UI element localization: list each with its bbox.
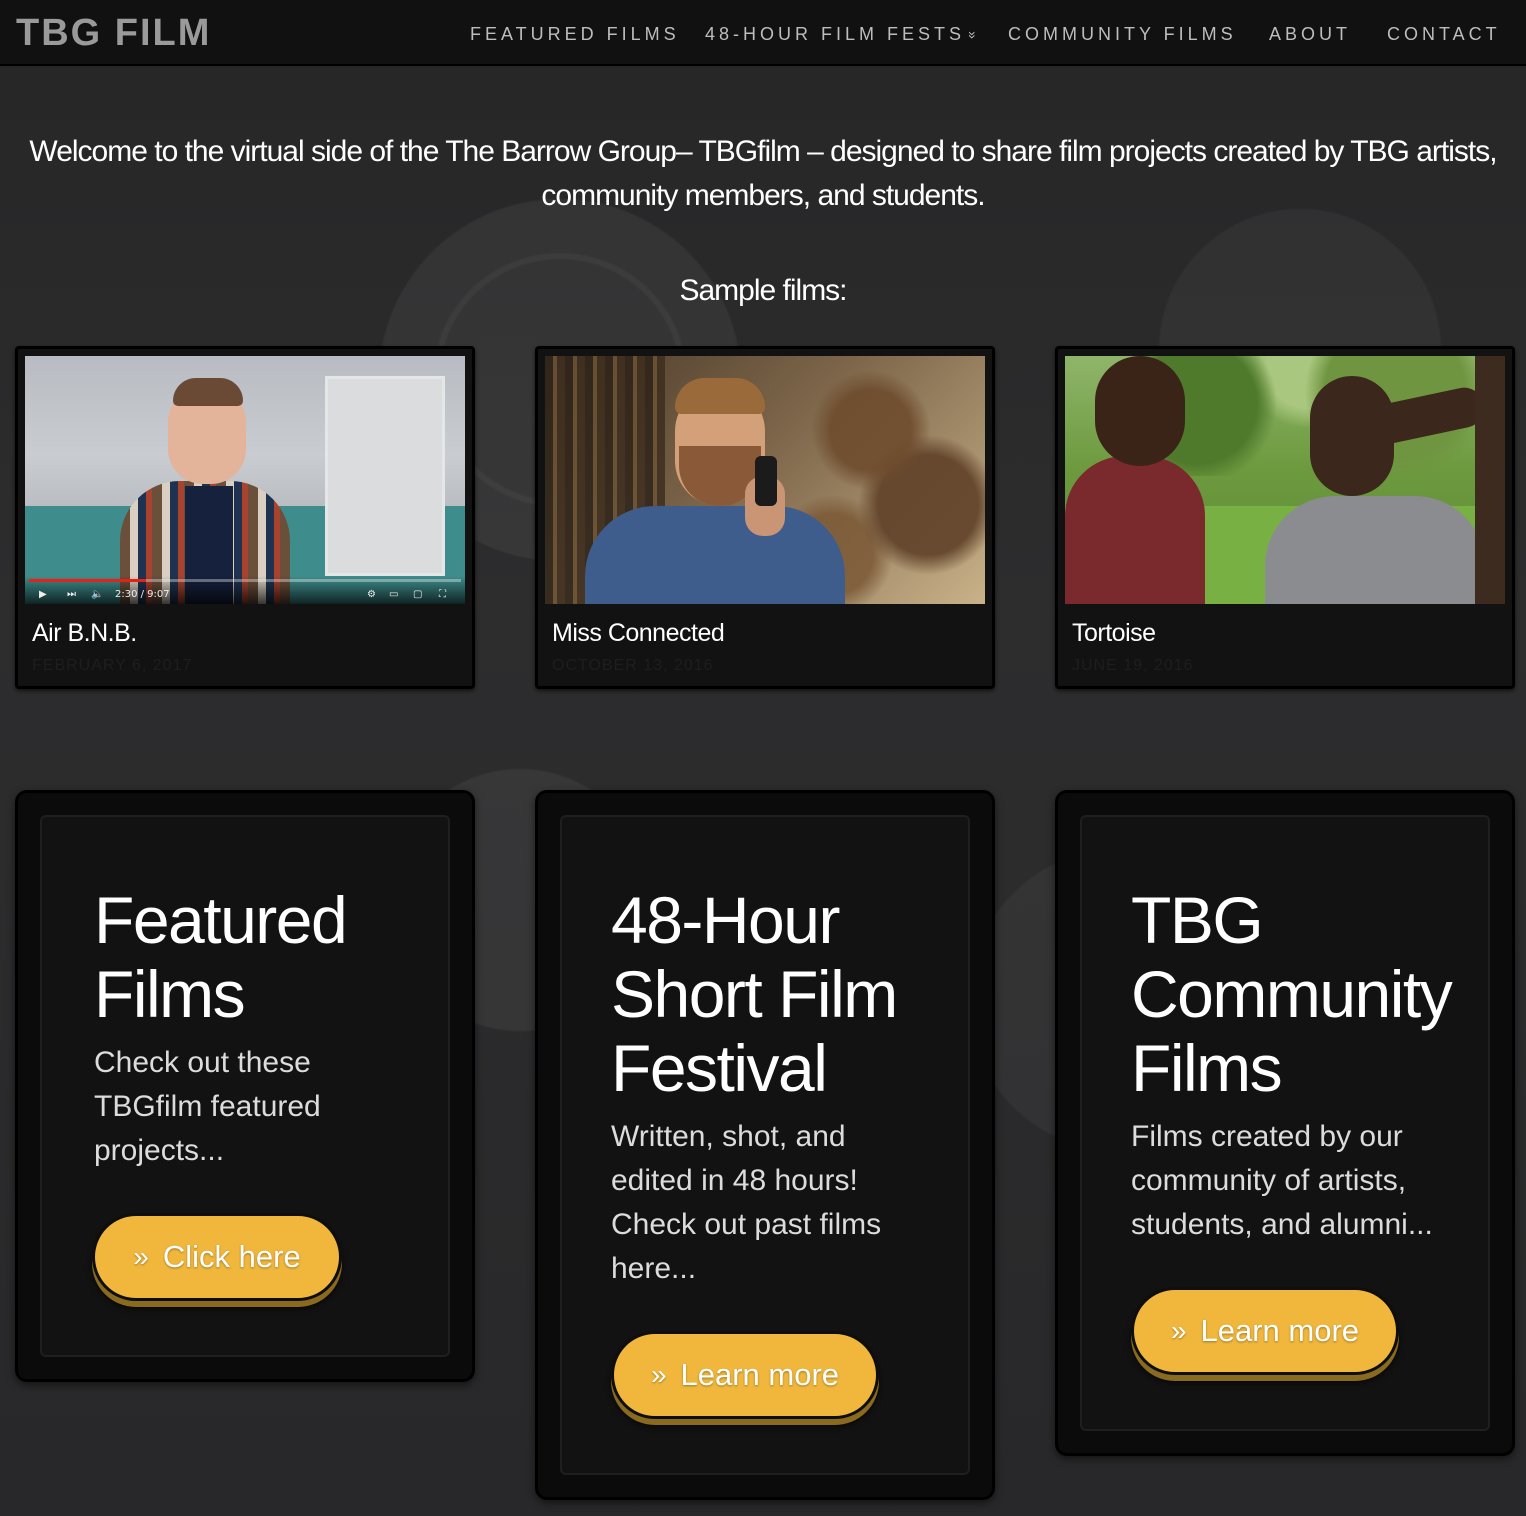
thumb-door [325,376,445,576]
thumb-person-body [585,506,845,604]
feature-title-line: Featured [94,883,348,957]
settings-icon[interactable]: ⚙ [367,589,376,600]
feature-desc-line: here... [611,1252,697,1285]
welcome-line-1: Welcome to the virtual side of the The B… [29,135,1497,168]
play-icon[interactable]: ▶ [39,589,47,600]
feature-desc-line: edited in 48 hours! [611,1164,858,1197]
nav-48-hour-film-fests[interactable]: 48-HOUR FILM FESTS» [705,24,981,45]
feature-desc-line: TBGfilm featured [94,1090,321,1123]
learn-more-button[interactable]: » Learn more [611,1331,879,1419]
film-date: FEBRUARY 6, 2017 [32,657,193,674]
thumb-left-person [1065,456,1205,604]
video-progress-bar[interactable] [29,579,461,582]
button-label: Click here [162,1239,301,1274]
button-label: Learn more [1200,1313,1360,1348]
feature-title-line: TBG [1131,883,1264,957]
thumb-person-body [1265,496,1485,604]
feature-desc-line: Films created by our [1131,1120,1403,1153]
thumb-person-hair [173,378,243,406]
film-thumbnail-video-player[interactable]: ▶ ⏭ 🔈 2:30 / 9:07 ⚙ ▭ ▢ ⛶ [25,356,465,604]
feature-title-line: 48-Hour [611,883,840,957]
nav-featured-films[interactable]: FEATURED FILMS [470,24,680,45]
welcome-line-2: community members, and students. [541,179,985,212]
double-chevron-right-icon: » [650,1359,667,1390]
welcome-text: Welcome to the virtual side of the The B… [0,130,1526,218]
film-date: JUNE 19, 2016 [1072,657,1194,674]
thumb-phone [755,456,777,506]
video-time: 2:30 / 9:07 [115,589,170,600]
feature-desc-line: community of artists, [1131,1164,1407,1197]
feature-description: Films created by our community of artist… [1131,1115,1433,1247]
feature-title-line: Films [94,957,246,1031]
film-date: OCTOBER 13, 2016 [552,657,714,674]
nav-about[interactable]: ABOUT [1269,24,1351,45]
feature-title: 48-Hour Short Film Festival [611,883,898,1105]
site-logo[interactable]: TBG FILM [16,12,211,55]
feature-title-line: Community [1131,957,1453,1031]
chevron-down-icon: » [964,31,981,39]
feature-desc-line: students, and alumni... [1131,1208,1433,1241]
miniplayer-icon[interactable]: ▭ [389,589,398,600]
feature-desc-line: projects... [94,1134,225,1167]
sample-films-heading: Sample films: [679,274,847,307]
feature-description: Check out these TBGfilm featured project… [94,1041,321,1173]
film-title[interactable]: Tortoise [1072,619,1156,648]
feature-description: Written, shot, and edited in 48 hours! C… [611,1115,881,1291]
next-icon[interactable]: ⏭ [67,589,76,600]
video-progress-fill [29,579,146,582]
button-label: Learn more [680,1357,840,1392]
feature-card-48-hour-festival: 48-Hour Short Film Festival Written, sho… [535,790,995,1500]
feature-desc-line: Check out these [94,1046,311,1079]
nav-community-films[interactable]: COMMUNITY FILMS [1008,24,1237,45]
fullscreen-icon[interactable]: ⛶ [439,589,446,600]
feature-title-line: Short Film [611,957,898,1031]
feature-desc-line: Written, shot, and [611,1120,846,1153]
click-here-button[interactable]: » Click here [92,1213,342,1301]
feature-title-line: Films [1131,1031,1283,1105]
volume-icon[interactable]: 🔈 [91,589,103,600]
feature-title: TBG Community Films [1131,883,1453,1105]
feature-title-line: Festival [611,1031,828,1105]
film-card-tortoise[interactable]: Tortoise JUNE 19, 2016 [1055,346,1515,689]
double-chevron-right-icon: » [133,1241,149,1272]
film-thumbnail[interactable] [545,356,985,604]
double-chevron-right-icon: » [1170,1315,1187,1346]
feature-title: Featured Films [94,883,348,1031]
thumb-left-person-head [1095,356,1185,466]
feature-card-community-films: TBG Community Films Films created by our… [1055,790,1515,1456]
nav-contact[interactable]: CONTACT [1387,24,1501,45]
film-thumbnail[interactable] [1065,356,1505,604]
thumb-tree-trunk [1475,356,1505,604]
feature-desc-line: Check out past films [611,1208,882,1241]
learn-more-button[interactable]: » Learn more [1131,1287,1399,1375]
airplay-icon[interactable]: ▢ [413,589,422,600]
nav-48-hour-label: 48-HOUR FILM FESTS [705,24,966,44]
film-title[interactable]: Miss Connected [552,619,725,648]
film-title[interactable]: Air B.N.B. [32,619,137,648]
thumb-person-hair [675,378,765,414]
top-navbar: TBG FILM FEATURED FILMS 48-HOUR FILM FES… [0,0,1526,66]
feature-card-featured-films: Featured Films Check out these TBGfilm f… [15,790,475,1382]
film-card-air-bnb[interactable]: ▶ ⏭ 🔈 2:30 / 9:07 ⚙ ▭ ▢ ⛶ Air B.N.B. FEB… [15,346,475,689]
film-card-miss-connected[interactable]: Miss Connected OCTOBER 13, 2016 [535,346,995,689]
